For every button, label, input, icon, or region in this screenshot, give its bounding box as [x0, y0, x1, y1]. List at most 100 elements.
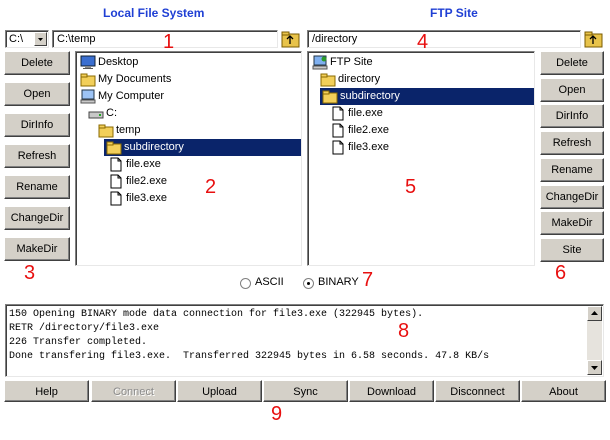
- upload-button[interactable]: Upload: [177, 380, 262, 402]
- binary-radio[interactable]: [303, 278, 314, 289]
- tree-item[interactable]: My Computer: [76, 88, 301, 105]
- download-button[interactable]: Download: [349, 380, 434, 402]
- folder-up-icon: [584, 31, 603, 48]
- folder-icon: [322, 89, 338, 104]
- remote-path-input[interactable]: /directory: [307, 30, 581, 48]
- disconnect-button[interactable]: Disconnect: [435, 380, 520, 402]
- remote-refresh-button[interactable]: Refresh: [540, 131, 604, 156]
- drive-select[interactable]: C:\: [5, 30, 49, 48]
- tree-item[interactable]: file.exe: [308, 105, 534, 122]
- local-makedir-button[interactable]: MakeDir: [4, 237, 70, 261]
- ftp-site-header: FTP Site: [430, 6, 478, 20]
- remote-dirinfo-button[interactable]: DirInfo: [540, 104, 604, 129]
- file-icon: [330, 123, 346, 138]
- tree-item[interactable]: FTP Site: [308, 54, 534, 71]
- local-parent-folder-button[interactable]: [281, 29, 301, 49]
- callout-1: 1: [163, 31, 175, 53]
- callout-6: 6: [555, 262, 567, 284]
- folder-icon: [106, 140, 122, 155]
- local-open-button[interactable]: Open: [4, 82, 70, 106]
- about-button[interactable]: About: [521, 380, 606, 402]
- tree-item[interactable]: temp: [76, 122, 301, 139]
- callout-2: 2: [205, 176, 217, 198]
- remote-rename-button[interactable]: Rename: [540, 157, 604, 182]
- log-line: 150 Opening BINARY mode data connection …: [9, 309, 424, 320]
- tree-item-label: file2.exe: [348, 124, 389, 136]
- tree-item-label: My Documents: [98, 73, 172, 85]
- tree-item[interactable]: file3.exe: [308, 139, 534, 156]
- arrow-down-icon: [591, 366, 598, 370]
- log-line: RETR /directory/file3.exe: [9, 323, 160, 334]
- tree-item[interactable]: My Documents: [76, 71, 301, 88]
- callout-7: 7: [362, 269, 374, 291]
- ftp-site-icon: [312, 55, 328, 70]
- tree-item-label: FTP Site: [330, 56, 373, 68]
- remote-file-tree[interactable]: FTP Site directory subdirectory file.exe fil…: [307, 51, 535, 266]
- remote-path-value: /directory: [312, 33, 358, 45]
- local-file-system-header: Local File System: [103, 6, 205, 20]
- file-icon: [108, 191, 124, 206]
- arrow-up-icon: [591, 311, 598, 315]
- drive-icon: [88, 106, 104, 121]
- chevron-down-icon[interactable]: [34, 32, 47, 46]
- file-icon: [330, 140, 346, 155]
- scroll-down-button[interactable]: [587, 360, 602, 375]
- tree-item-label: subdirectory: [124, 141, 184, 153]
- callout-4: 4: [417, 31, 429, 53]
- remote-delete-button[interactable]: Delete: [540, 51, 604, 75]
- local-changedir-button[interactable]: ChangeDir: [4, 206, 70, 230]
- tree-item-label: file2.exe: [126, 175, 167, 187]
- tree-item-label: C:: [106, 107, 117, 119]
- tree-item-label: file3.exe: [126, 192, 167, 204]
- tree-item[interactable]: directory: [308, 71, 534, 88]
- tree-item[interactable]: file.exe: [76, 156, 301, 173]
- local-dirinfo-button[interactable]: DirInfo: [4, 113, 70, 137]
- tree-item[interactable]: subdirectory: [104, 139, 301, 156]
- binary-label: BINARY: [318, 276, 359, 288]
- file-icon: [330, 106, 346, 121]
- ascii-label: ASCII: [255, 276, 284, 288]
- tree-item[interactable]: Desktop: [76, 54, 301, 71]
- connect-button[interactable]: Connect: [91, 380, 176, 402]
- tree-item-label: file.exe: [126, 158, 161, 170]
- callout-9: 9: [271, 403, 283, 425]
- tree-item[interactable]: subdirectory: [320, 88, 534, 105]
- tree-item[interactable]: file3.exe: [76, 190, 301, 207]
- tree-item-label: file3.exe: [348, 141, 389, 153]
- file-icon: [108, 174, 124, 189]
- callout-8: 8: [398, 320, 410, 342]
- tree-item[interactable]: file2.exe: [76, 173, 301, 190]
- remote-parent-folder-button[interactable]: [584, 29, 604, 49]
- local-refresh-button[interactable]: Refresh: [4, 144, 70, 168]
- tree-item-label: temp: [116, 124, 141, 136]
- tree-item-label: directory: [338, 73, 381, 85]
- drive-select-value: C:\: [9, 33, 24, 45]
- log-scrollbar[interactable]: [587, 306, 602, 375]
- tree-item[interactable]: C:: [76, 105, 301, 122]
- remote-makedir-button[interactable]: MakeDir: [540, 211, 604, 236]
- folder-icon: [320, 72, 336, 87]
- remote-open-button[interactable]: Open: [540, 77, 604, 102]
- local-delete-button[interactable]: Delete: [4, 51, 70, 75]
- log-line: Done transfering file3.exe. Transferred …: [9, 351, 490, 362]
- file-icon: [108, 157, 124, 172]
- ascii-radio[interactable]: [240, 278, 251, 289]
- tree-item-label: My Computer: [98, 90, 165, 102]
- help-button[interactable]: Help: [4, 380, 89, 402]
- remote-changedir-button[interactable]: ChangeDir: [540, 184, 604, 209]
- scroll-up-button[interactable]: [587, 306, 602, 321]
- sync-button[interactable]: Sync: [263, 380, 348, 402]
- desktop-icon: [80, 55, 96, 70]
- tree-item[interactable]: file2.exe: [308, 122, 534, 139]
- callout-5: 5: [405, 176, 417, 198]
- local-path-value: C:\temp: [57, 33, 96, 45]
- local-rename-button[interactable]: Rename: [4, 175, 70, 199]
- folder-icon: [98, 123, 114, 138]
- log-line: 226 Transfer completed.: [9, 337, 148, 348]
- callout-3: 3: [24, 262, 36, 284]
- local-file-tree[interactable]: Desktop My Documents My Computer C: temp subd…: [75, 51, 302, 266]
- log-panel[interactable]: 150 Opening BINARY mode data connection …: [5, 304, 604, 377]
- remote-site-button[interactable]: Site: [540, 237, 604, 262]
- folder-icon: [80, 72, 96, 87]
- tree-item-label: subdirectory: [340, 90, 400, 102]
